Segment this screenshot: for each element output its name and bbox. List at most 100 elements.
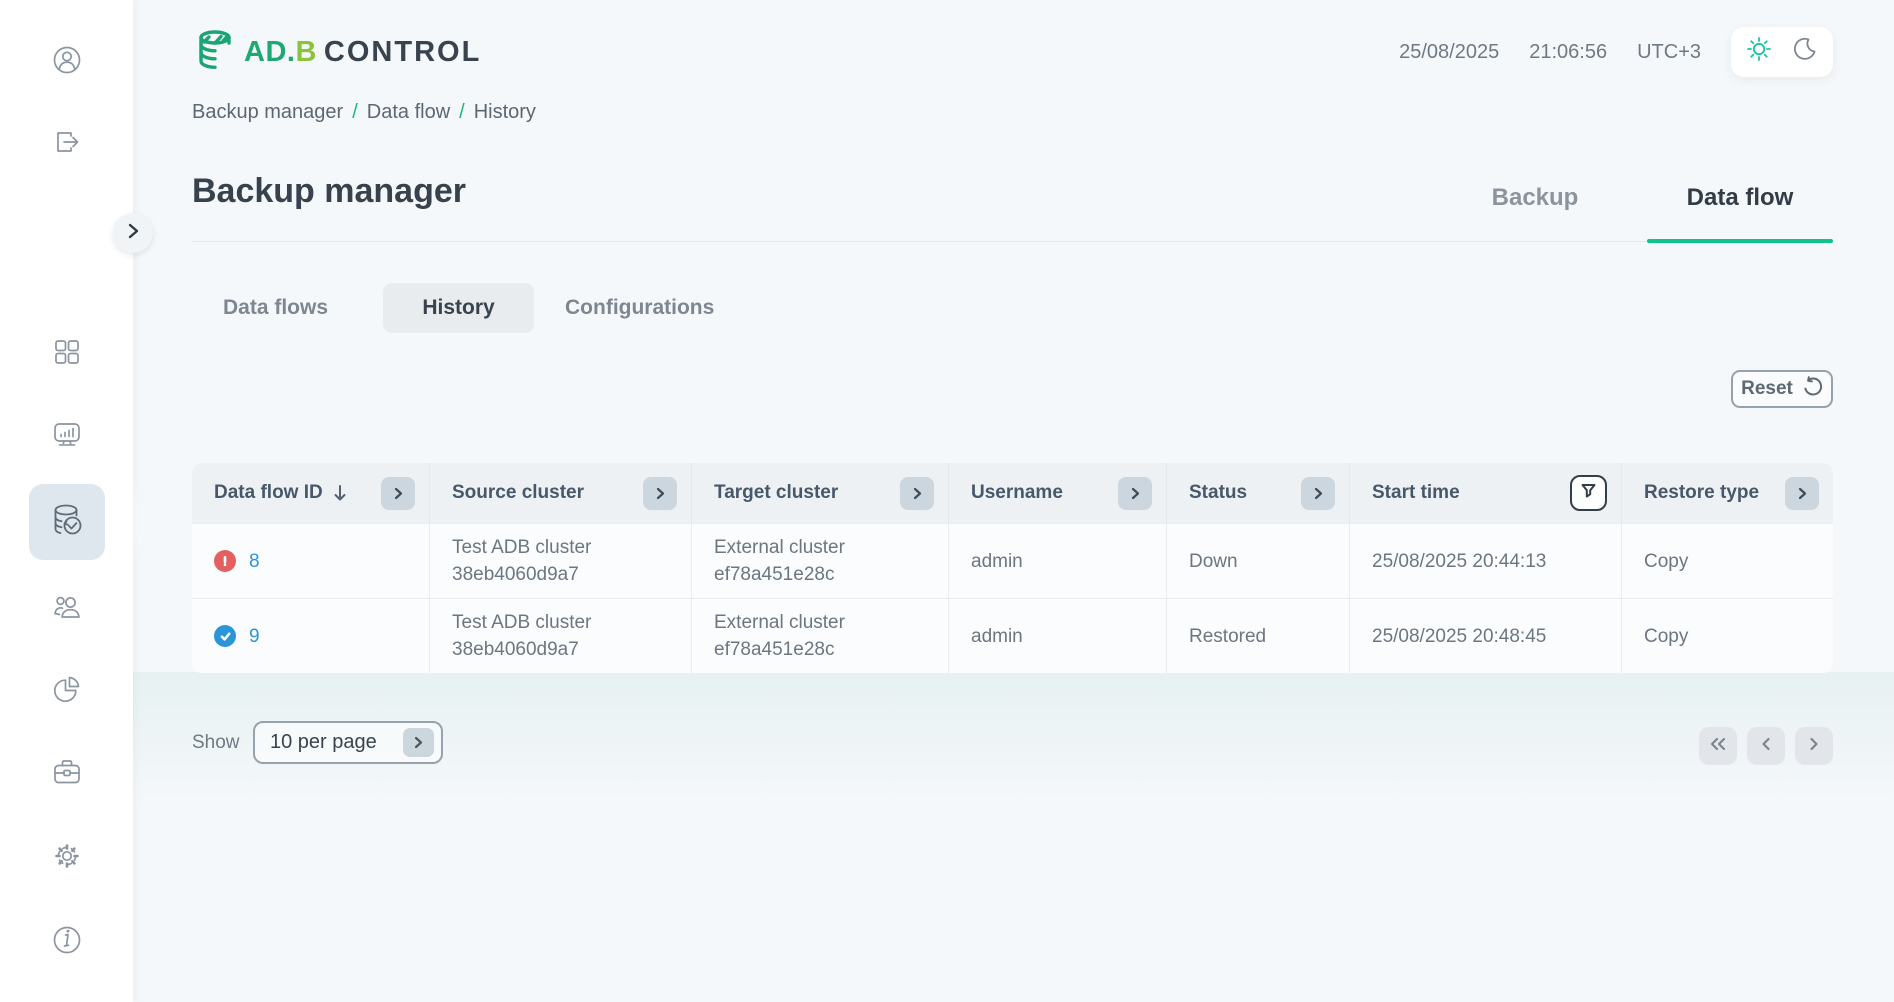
error-status-icon — [214, 550, 236, 572]
funnel-icon — [1580, 482, 1597, 505]
sidebar-item-jobs[interactable] — [46, 753, 88, 795]
column-expand-button[interactable] — [643, 477, 677, 510]
table-header-row: Data flow ID Source cluster — [192, 463, 1833, 523]
source-cluster-cell: Test ADB cluster 38eb4060d9a7 — [429, 598, 691, 673]
sidebar — [0, 0, 133, 1002]
column-restore-type: Restore type — [1621, 463, 1833, 523]
status-cell: Restored — [1166, 598, 1349, 673]
sort-desc-icon[interactable] — [332, 484, 348, 502]
breadcrumb-separator: / — [352, 101, 358, 124]
chevron-right-icon — [126, 223, 140, 244]
chevron-left-icon — [1760, 736, 1772, 757]
pie-chart-icon — [50, 672, 84, 711]
subtab-bar: Data flows History Configurations — [0, 283, 1894, 333]
breadcrumb-history[interactable]: History — [474, 101, 536, 124]
status-cell: Down — [1166, 523, 1349, 598]
reset-rotate-icon — [1802, 376, 1823, 403]
moon-icon — [1792, 36, 1818, 68]
column-source-cluster: Source cluster — [429, 463, 691, 523]
logout-button[interactable] — [46, 123, 88, 165]
user-profile-button[interactable] — [46, 41, 88, 83]
users-icon — [49, 590, 85, 631]
sidebar-item-monitoring[interactable] — [46, 416, 88, 458]
table-row: 9 Test ADB cluster 38eb4060d9a7 External… — [192, 598, 1833, 673]
target-cluster-cell: External cluster ef78a451e28c — [691, 598, 948, 673]
sidebar-item-reports[interactable] — [46, 670, 88, 712]
start-time-cell: 25/08/2025 20:48:45 — [1349, 598, 1621, 673]
target-cluster-cell: External cluster ef78a451e28c — [691, 523, 948, 598]
current-time: 21:06:56 — [1529, 41, 1607, 64]
column-data-flow-id: Data flow ID — [192, 463, 429, 523]
column-start-time: Start time — [1349, 463, 1621, 523]
source-cluster-cell: Test ADB cluster 38eb4060d9a7 — [429, 523, 691, 598]
header-clock: 25/08/2025 21:06:56 UTC+3 — [1399, 0, 1833, 104]
breadcrumb-data-flow[interactable]: Data flow — [367, 101, 450, 124]
reset-filters-button[interactable]: Reset — [1731, 370, 1833, 408]
previous-page-button[interactable] — [1747, 727, 1785, 765]
subtab-history[interactable]: History — [383, 283, 534, 333]
breadcrumb-backup-manager[interactable]: Backup manager — [192, 101, 343, 124]
table-row: 8 Test ADB cluster 38eb4060d9a7 External… — [192, 523, 1833, 598]
briefcase-icon — [50, 755, 84, 794]
restore-type-cell: Copy — [1621, 598, 1833, 673]
tab-backup[interactable]: Backup — [1460, 184, 1610, 212]
show-label: Show — [192, 721, 240, 764]
data-flow-id-link[interactable]: 9 — [249, 623, 260, 650]
theme-switcher — [1731, 27, 1833, 77]
column-expand-button[interactable] — [381, 477, 415, 510]
username-cell: admin — [948, 523, 1166, 598]
next-page-button[interactable] — [1795, 727, 1833, 765]
success-status-icon — [214, 625, 236, 647]
username-cell: admin — [948, 598, 1166, 673]
column-expand-button[interactable] — [900, 477, 934, 510]
column-status: Status — [1166, 463, 1349, 523]
database-logo-icon — [192, 27, 238, 78]
column-target-cluster: Target cluster — [691, 463, 948, 523]
column-expand-button[interactable] — [1301, 477, 1335, 510]
info-icon — [50, 923, 84, 962]
tab-data-flow[interactable]: Data flow — [1647, 184, 1833, 212]
restore-type-cell: Copy — [1621, 523, 1833, 598]
history-table: Data flow ID Source cluster — [192, 463, 1833, 673]
sidebar-expand-button[interactable] — [113, 213, 153, 253]
grid-icon — [51, 336, 83, 373]
reset-button-label: Reset — [1741, 378, 1793, 400]
user-icon — [50, 43, 84, 82]
page-size-expand-button[interactable] — [403, 728, 434, 757]
sidebar-item-about[interactable] — [46, 921, 88, 963]
data-flow-id-link[interactable]: 8 — [249, 548, 260, 575]
first-page-button[interactable] — [1699, 727, 1737, 765]
logo-text: AD.BCONTROL — [244, 36, 481, 69]
current-date: 25/08/2025 — [1399, 41, 1499, 64]
sidebar-item-users[interactable] — [46, 589, 88, 631]
app-logo[interactable]: AD.BCONTROL — [192, 27, 481, 78]
sun-icon — [1745, 35, 1773, 69]
chevron-right-icon — [1808, 736, 1820, 757]
filter-button[interactable] — [1570, 475, 1607, 511]
gear-icon — [50, 839, 84, 878]
dark-theme-button[interactable] — [1790, 37, 1820, 67]
start-time-cell: 25/08/2025 20:44:13 — [1349, 523, 1621, 598]
monitor-chart-icon — [50, 418, 84, 457]
tabs-divider — [192, 241, 1833, 242]
logout-icon — [50, 125, 84, 164]
page-title: Backup manager — [192, 172, 466, 211]
active-tab-underline — [1647, 239, 1833, 243]
light-theme-button[interactable] — [1744, 37, 1774, 67]
column-expand-button[interactable] — [1118, 477, 1152, 510]
database-restore-icon — [45, 498, 89, 547]
page-size-select[interactable]: 10 per page — [253, 721, 443, 764]
breadcrumb-separator: / — [459, 101, 465, 124]
pagination-controls — [1699, 727, 1833, 765]
subtab-configurations[interactable]: Configurations — [565, 283, 714, 333]
page-size-value: 10 per page — [270, 731, 377, 754]
double-chevron-left-icon — [1708, 736, 1728, 757]
subtab-data-flows[interactable]: Data flows — [223, 283, 328, 333]
sidebar-item-dashboard[interactable] — [46, 333, 88, 375]
backup-manager-page: AD.BCONTROL 25/08/2025 21:06:56 UTC+3 — [0, 0, 1894, 1002]
timezone-label: UTC+3 — [1637, 41, 1701, 64]
column-expand-button[interactable] — [1785, 477, 1819, 510]
sidebar-item-settings[interactable] — [46, 837, 88, 879]
sidebar-item-backup-manager-active[interactable] — [29, 484, 105, 560]
breadcrumb: Backup manager / Data flow / History — [192, 101, 536, 124]
